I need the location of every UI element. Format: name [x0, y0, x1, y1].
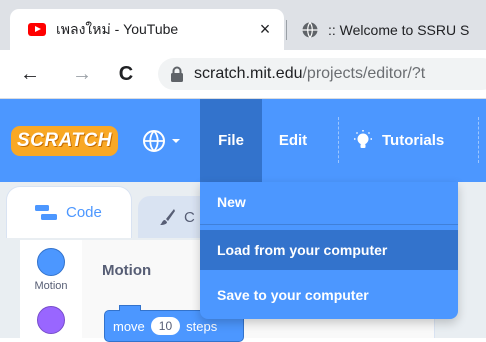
menu-item-save-to-computer[interactable]: Save to your computer [200, 275, 458, 315]
forward-button[interactable]: → [70, 62, 94, 86]
close-icon[interactable]: × [256, 19, 274, 40]
language-menu[interactable] [142, 126, 182, 156]
category-motion[interactable]: Motion [20, 248, 82, 292]
tab-code[interactable]: Code [6, 186, 132, 238]
back-button[interactable]: ← [18, 62, 42, 86]
file-dropdown-menu: New Load from your computer Save to your… [200, 182, 458, 319]
menu-divider [338, 117, 339, 163]
tutorials-label: Tutorials [382, 132, 445, 149]
browser-tab-ssru[interactable]: :: Welcome to SSRU S [286, 9, 486, 50]
url-path: /projects/editor/?t [302, 65, 426, 82]
looks-color-dot [37, 306, 65, 334]
url-host: scratch.mit.edu [194, 65, 303, 82]
scratch-menu-bar: SCRATCH File Edit Tutorials [0, 99, 486, 182]
brush-icon [160, 209, 175, 225]
block-text: move [113, 318, 145, 334]
tutorials-button[interactable]: Tutorials [352, 99, 444, 182]
tab-costumes-label: C [184, 208, 195, 226]
reload-button[interactable]: C [114, 62, 138, 86]
address-bar[interactable]: scratch.mit.edu/projects/editor/?t [158, 58, 486, 90]
category-looks[interactable] [20, 306, 82, 334]
lightbulb-icon [354, 129, 372, 148]
browser-tab-youtube[interactable]: เพลงใหม่ - YouTube × [10, 9, 284, 50]
url-text: scratch.mit.edu/projects/editor/?t [194, 65, 425, 83]
file-menu[interactable]: File [200, 99, 262, 182]
menu-item-load-from-computer[interactable]: Load from your computer [200, 230, 458, 270]
tab-title: เพลงใหม่ - YouTube [56, 20, 179, 37]
edit-menu-label: Edit [278, 132, 308, 149]
browser-tab-strip: เพลงใหม่ - YouTube × :: Welcome to SSRU … [0, 0, 486, 50]
block-suffix: steps [186, 318, 218, 334]
youtube-icon [28, 23, 46, 36]
code-blocks-icon [35, 204, 57, 220]
lock-icon [171, 66, 183, 82]
category-label: Motion [34, 280, 68, 292]
motion-color-dot [37, 248, 65, 276]
block-notch [119, 305, 141, 311]
category-menu: Motion [20, 240, 83, 338]
steps-input[interactable]: 10 [150, 317, 181, 335]
tab-separator [286, 20, 287, 40]
file-menu-label: File [218, 132, 244, 149]
globe-icon [143, 130, 165, 152]
menu-separator [200, 224, 458, 225]
menu-item-new[interactable]: New [200, 182, 458, 222]
tab-code-label: Code [66, 204, 102, 221]
browser-toolbar: ← → C scratch.mit.edu/projects/editor/?t [0, 50, 486, 99]
edit-menu[interactable]: Edit [262, 99, 324, 182]
palette-category-title: Motion [102, 262, 152, 279]
tab-title: :: Welcome to SSRU S [328, 21, 470, 38]
caret-down-icon [172, 139, 180, 143]
menu-divider [478, 117, 479, 163]
globe-icon [302, 21, 318, 38]
scratch-logo[interactable]: SCRATCH [11, 126, 118, 156]
